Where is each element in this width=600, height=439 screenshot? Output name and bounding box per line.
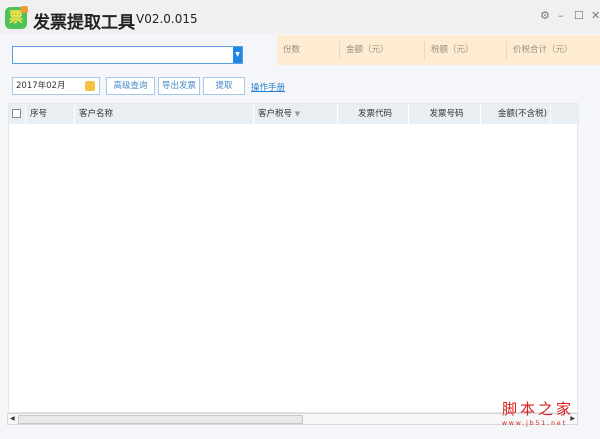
col-invoice-number[interactable]: 发票号码	[409, 104, 481, 124]
app-logo-icon: 票	[5, 6, 28, 29]
table-header: 序号 客户名称 客户税号 ▼ 发票代码 发票号码 金额(不含税)	[9, 104, 579, 124]
summary-count: 份数	[283, 45, 301, 55]
col-label: 客户税号	[258, 109, 293, 119]
calendar-icon[interactable]	[85, 81, 95, 91]
manual-link[interactable]: 操作手册	[251, 81, 285, 93]
invoice-table: 序号 客户名称 客户税号 ▼ 发票代码 发票号码 金额(不含税)	[8, 103, 579, 413]
scrollbar-thumb[interactable]	[18, 415, 303, 424]
col-index[interactable]: 序号	[26, 104, 75, 124]
maximize-icon[interactable]: ☐	[574, 9, 584, 22]
close-icon[interactable]: ✕	[591, 9, 600, 22]
col-customer-tax-id[interactable]: 客户税号 ▼	[254, 104, 338, 124]
advanced-query-button[interactable]: 高级查询	[106, 77, 155, 95]
col-customer-name[interactable]: 客户名称	[75, 104, 254, 124]
date-picker[interactable]: 2017年02月	[12, 77, 100, 95]
watermark-url: www.jb51.net	[502, 420, 567, 427]
chevron-down-icon[interactable]: ▼	[233, 47, 242, 63]
col-invoice-code[interactable]: 发票代码	[338, 104, 409, 124]
company-select[interactable]: ▼	[12, 46, 243, 64]
extract-button[interactable]: 提取	[203, 77, 245, 95]
summary-total: 价税合计（元）	[506, 41, 596, 59]
minimize-icon[interactable]: –	[558, 9, 564, 22]
watermark: 脚本之家	[502, 400, 575, 418]
col-amount[interactable]: 金额(不含税)	[481, 104, 551, 124]
app-version: V02.0.015	[136, 12, 198, 26]
summary-bar: 份数 金额（元） 税额（元） 价税合计（元）	[277, 35, 600, 65]
export-button[interactable]: 导出发票	[158, 77, 200, 95]
summary-tax: 税额（元）	[424, 41, 506, 59]
select-all-checkbox[interactable]	[9, 104, 26, 124]
horizontal-scrollbar[interactable]: ◀ ▶	[7, 413, 578, 425]
date-value: 2017年02月	[16, 81, 66, 91]
sort-icon[interactable]: ▼	[295, 110, 300, 118]
settings-gear-icon[interactable]: ⚙	[540, 9, 550, 22]
scroll-left-icon[interactable]: ◀	[10, 415, 15, 422]
app-title: 发票提取工具	[33, 13, 135, 33]
summary-amount: 金额（元）	[339, 41, 424, 59]
